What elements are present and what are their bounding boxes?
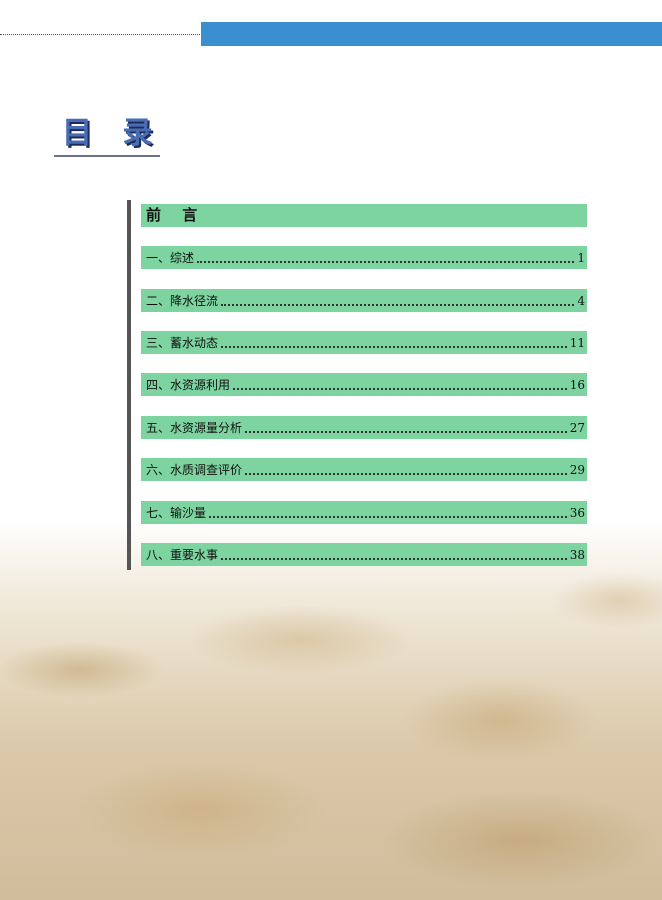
toc-entry-page: 29 bbox=[569, 462, 585, 477]
toc-entry-page: 11 bbox=[569, 335, 585, 350]
toc-entry-precipitation-runoff[interactable]: 二、降水径流 4 bbox=[141, 289, 587, 312]
toc-entry-page: 16 bbox=[569, 377, 585, 392]
toc-entry-water-quality[interactable]: 六、水质调查评价 29 bbox=[141, 458, 587, 481]
toc-entry-label: 八、重要水事 bbox=[146, 548, 219, 562]
toc-entry-label: 二、降水径流 bbox=[146, 294, 219, 308]
toc-entry-water-quantity-analysis[interactable]: 五、水资源量分析 27 bbox=[141, 416, 587, 439]
dot-leader bbox=[221, 345, 567, 348]
toc-entry-page: 27 bbox=[569, 420, 585, 435]
toc-entry-label: 六、水质调查评价 bbox=[146, 463, 243, 477]
toc-entry-page: 38 bbox=[569, 547, 585, 562]
toc-entry-label: 三、蓄水动态 bbox=[146, 336, 219, 350]
toc-heading-preface[interactable]: 前 言 bbox=[141, 204, 587, 227]
dot-leader bbox=[209, 515, 567, 518]
toc-entry-water-use[interactable]: 四、水资源利用 16 bbox=[141, 373, 587, 396]
page-title: 目 录 bbox=[62, 116, 163, 151]
table-of-contents: 前 言 一、综述 1 二、降水径流 4 三、蓄水动态 11 四、水资源利用 16… bbox=[127, 200, 587, 570]
toc-entry-label: 五、水资源量分析 bbox=[146, 421, 243, 435]
header-bar bbox=[201, 22, 662, 46]
dot-leader bbox=[245, 430, 567, 433]
toc-entry-page: 1 bbox=[577, 250, 585, 265]
toc-entry-storage-dynamics[interactable]: 三、蓄水动态 11 bbox=[141, 331, 587, 354]
toc-entry-sediment[interactable]: 七、输沙量 36 bbox=[141, 501, 587, 524]
title-underline bbox=[54, 155, 160, 157]
toc-entry-label: 七、输沙量 bbox=[146, 506, 207, 520]
dot-leader bbox=[197, 260, 575, 263]
dot-leader bbox=[221, 303, 575, 306]
toc-entry-label: 一、综述 bbox=[146, 251, 195, 265]
toc-entry-major-water-events[interactable]: 八、重要水事 38 bbox=[141, 543, 587, 566]
toc-entry-page: 4 bbox=[577, 293, 585, 308]
dot-leader bbox=[245, 472, 567, 475]
toc-entry-page: 36 bbox=[569, 505, 585, 520]
dot-leader bbox=[233, 387, 567, 390]
water-background-image bbox=[0, 520, 662, 900]
dot-leader bbox=[221, 557, 567, 560]
toc-entry-label: 四、水资源利用 bbox=[146, 378, 231, 392]
toc-entry-overview[interactable]: 一、综述 1 bbox=[141, 246, 587, 269]
